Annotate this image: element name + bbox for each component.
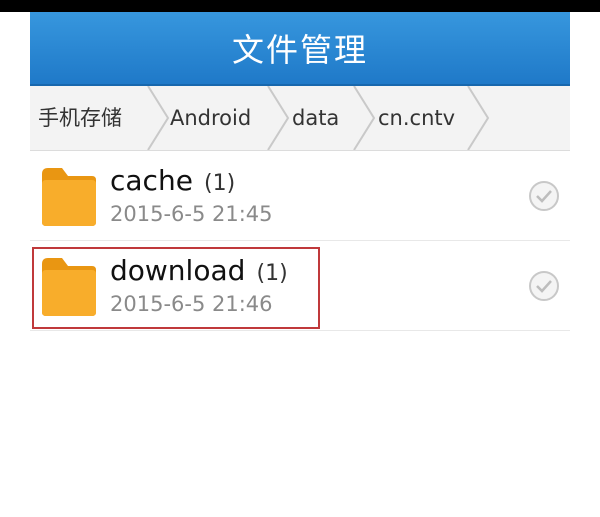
chevron-separator-icon [267, 86, 290, 150]
chevron-separator-icon [467, 86, 490, 150]
file-name-line: cache (1) [110, 164, 235, 197]
check-circle-icon[interactable] [528, 270, 560, 302]
title-bar: 文件管理 [30, 12, 570, 86]
breadcrumb-item-cn-cntv[interactable]: cn.cntv [378, 86, 455, 150]
status-bar [0, 0, 600, 12]
breadcrumb-item-data[interactable]: data [292, 86, 339, 150]
chevron-separator-icon [147, 86, 170, 150]
modified-date: 2015-6-5 21:45 [110, 202, 273, 226]
list-item[interactable]: cache (1) 2015-6-5 21:45 [30, 152, 570, 241]
folder-icon [42, 168, 96, 226]
chevron-separator-icon [353, 86, 376, 150]
file-name: cache [110, 164, 193, 197]
item-count: (1) [204, 171, 236, 196]
breadcrumb-item-phone-storage[interactable]: 手机存储 [38, 86, 122, 150]
page-title: 文件管理 [231, 31, 368, 69]
selection-highlight-box [32, 247, 320, 329]
check-circle-icon[interactable] [528, 180, 560, 212]
breadcrumb: 手机存储 Android data cn.cntv [30, 86, 570, 151]
breadcrumb-item-android[interactable]: Android [170, 86, 251, 150]
